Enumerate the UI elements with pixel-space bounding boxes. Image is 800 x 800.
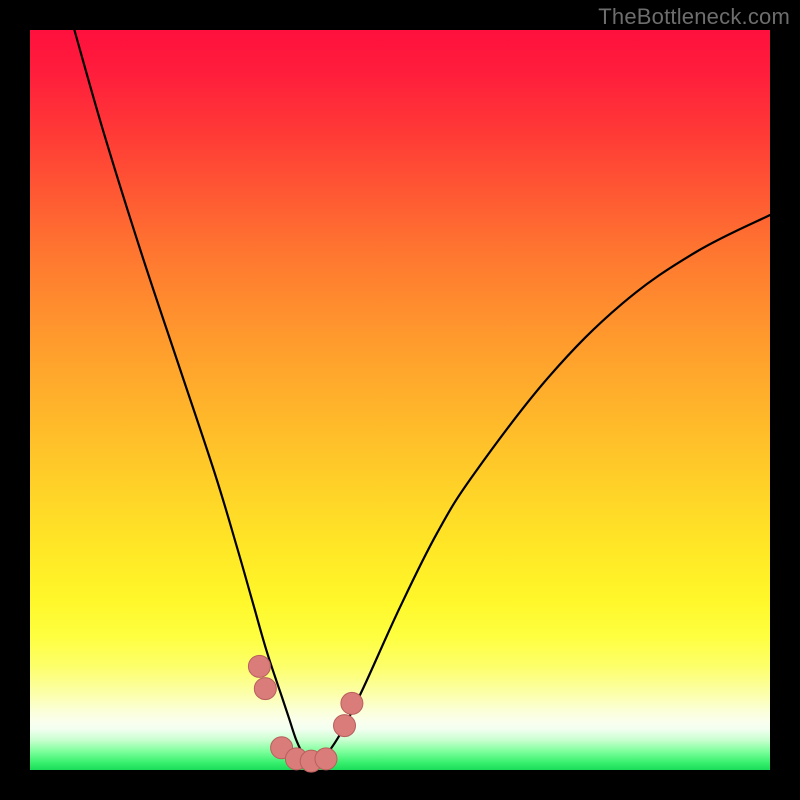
chart-frame: TheBottleneck.com bbox=[0, 0, 800, 800]
curve-marker bbox=[341, 692, 363, 714]
curve-marker bbox=[248, 655, 270, 677]
curve-marker bbox=[334, 715, 356, 737]
plot-area bbox=[30, 30, 770, 770]
curve-layer bbox=[30, 30, 770, 770]
curve-marker bbox=[315, 748, 337, 770]
bottleneck-curve bbox=[74, 30, 770, 764]
watermark-text: TheBottleneck.com bbox=[598, 4, 790, 30]
curve-marker bbox=[254, 678, 276, 700]
curve-markers bbox=[248, 655, 363, 772]
